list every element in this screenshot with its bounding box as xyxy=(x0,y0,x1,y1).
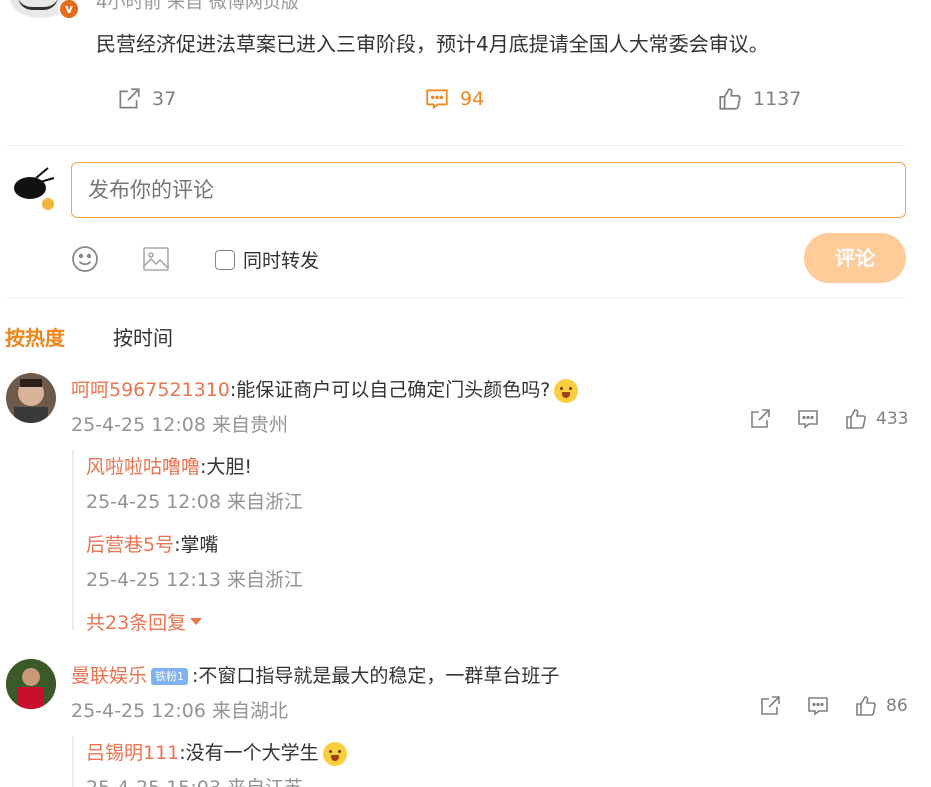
share-icon[interactable] xyxy=(758,694,782,718)
comment-username[interactable]: 呵呵5967521310 xyxy=(71,379,230,401)
fan-level-badge: 铁粉1 xyxy=(151,668,189,685)
thumbs-up-icon[interactable] xyxy=(854,694,878,718)
comment-input[interactable] xyxy=(71,162,906,218)
comment-avatar[interactable] xyxy=(6,373,56,423)
divider xyxy=(6,298,906,299)
comment-button[interactable]: 94 xyxy=(424,86,484,112)
more-replies-label: 共23条回复 xyxy=(86,612,187,634)
comment-icon[interactable] xyxy=(806,694,830,718)
my-verified-icon xyxy=(40,196,56,212)
reply-meta: 25-4-25 12:13 来自浙江 xyxy=(86,569,303,591)
reply-text: :掌嘴 xyxy=(174,534,219,556)
post-text: 民营经济促进法草案已进入三审阶段，预计4月底提请全国人大常委会审议。 xyxy=(96,32,769,56)
reply-username[interactable]: 吕锡明111 xyxy=(86,742,179,764)
comment-text: :能保证商户可以自己确定门头颜色吗? xyxy=(229,379,551,401)
reply-text-line: 后营巷5号:掌嘴 xyxy=(86,530,219,557)
like-button[interactable]: 1137 xyxy=(717,86,801,112)
reply-username[interactable]: 后营巷5号 xyxy=(86,534,174,556)
share-count: 37 xyxy=(152,88,177,110)
reply-meta: 25-4-25 15:03 来自江苏 xyxy=(86,773,303,787)
divider xyxy=(6,145,906,146)
comment-icon[interactable] xyxy=(796,407,820,431)
reply-thread-bar xyxy=(72,450,74,630)
crying-emoji-icon xyxy=(322,741,347,766)
comment-text: :不窗口指导就是最大的稳定，一群草台班子 xyxy=(192,665,560,687)
verified-badge-icon: v xyxy=(58,0,80,20)
more-replies-link[interactable]: 共23条回复 xyxy=(86,608,203,635)
checkbox-box[interactable] xyxy=(215,249,235,270)
reply-username[interactable]: 风啦啦咕噜噜 xyxy=(86,456,200,478)
comment-meta: 25-4-25 12:08 来自贵州 xyxy=(71,414,288,436)
tab-sort-time[interactable]: 按时间 xyxy=(113,322,173,351)
reply-text-line: 风啦啦咕噜噜:大胆! xyxy=(86,452,252,479)
reply-text: :没有一个大学生 xyxy=(179,742,319,764)
caret-down-icon xyxy=(190,618,203,625)
share-icon[interactable] xyxy=(748,407,772,431)
reply-text: :大胆! xyxy=(200,456,253,478)
laughing-emoji-icon xyxy=(554,378,579,403)
comment-like-count: 86 xyxy=(886,696,908,716)
share-icon xyxy=(119,88,140,109)
comment-text-line: 呵呵5967521310:能保证商户可以自己确定门头颜色吗? xyxy=(71,375,579,403)
comment-avatar[interactable] xyxy=(6,659,56,709)
image-icon[interactable] xyxy=(141,244,171,274)
post-meta: 4小时前 来自 微博网页版 xyxy=(96,0,299,13)
comment-icon xyxy=(426,89,448,110)
repost-label: 同时转发 xyxy=(243,250,320,272)
comment-meta: 25-4-25 12:06 来自湖北 xyxy=(71,700,288,722)
comment-count: 94 xyxy=(460,88,485,110)
repost-checkbox[interactable]: 同时转发 xyxy=(215,246,319,273)
reply-text-line: 吕锡明111:没有一个大学生 xyxy=(86,738,347,766)
reply-thread-bar xyxy=(72,736,74,787)
reply-meta: 25-4-25 12:08 来自浙江 xyxy=(86,491,303,513)
comment-actions: 433 xyxy=(748,407,908,431)
comment-username[interactable]: 曼联娱乐 xyxy=(71,665,147,687)
share-button[interactable]: 37 xyxy=(116,86,176,112)
comment-actions: 86 xyxy=(758,694,908,718)
comment-like-count: 433 xyxy=(876,409,909,429)
thumbs-up-icon[interactable] xyxy=(844,407,868,431)
tab-sort-hot[interactable]: 按热度 xyxy=(5,322,65,351)
thumbs-up-icon xyxy=(719,88,741,110)
comment-text-line: 曼联娱乐 铁粉1:不窗口指导就是最大的稳定，一群草台班子 xyxy=(71,661,559,688)
submit-comment-button[interactable]: 评论 xyxy=(804,233,906,283)
emoji-icon[interactable] xyxy=(70,244,100,274)
like-count: 1137 xyxy=(753,88,802,110)
